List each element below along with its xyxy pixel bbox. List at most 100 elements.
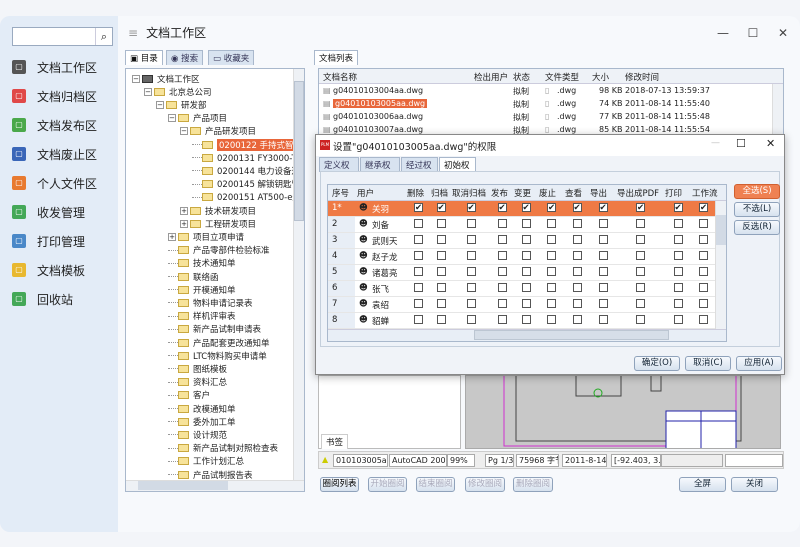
- permission-checkbox[interactable]: [598, 299, 608, 308]
- permission-checkbox[interactable]: [572, 315, 582, 324]
- tree-node[interactable]: 产品配套更改通知单: [168, 336, 270, 349]
- column-header[interactable]: 大小: [592, 71, 609, 83]
- permission-checkbox[interactable]: [521, 235, 531, 244]
- permission-checkbox[interactable]: [466, 235, 476, 244]
- tab-catalog[interactable]: ▣ 目录: [125, 50, 163, 65]
- permission-checkbox[interactable]: [436, 299, 446, 308]
- expand-icon[interactable]: +: [180, 206, 188, 215]
- tree-node[interactable]: 新产品试制申请表: [168, 323, 261, 336]
- permission-checkbox[interactable]: ✔: [497, 203, 507, 212]
- permission-checkbox[interactable]: [636, 315, 645, 324]
- permission-checkbox[interactable]: [497, 219, 507, 228]
- permission-checkbox[interactable]: ✔: [547, 203, 556, 212]
- permission-checkbox[interactable]: [699, 251, 708, 260]
- end-markup-button[interactable]: 结束圈阅: [416, 477, 455, 492]
- tree-node[interactable]: − 北京总公司: [144, 85, 212, 98]
- permission-checkbox[interactable]: [572, 267, 582, 276]
- permission-checkbox[interactable]: [598, 267, 608, 276]
- sidebar-item[interactable]: ▢ 个人文件区: [12, 173, 97, 193]
- grid-row[interactable]: 2 ☻ 刘备: [328, 217, 716, 233]
- permission-checkbox[interactable]: ✔: [436, 203, 446, 212]
- tree-node[interactable]: 资料汇总: [168, 376, 227, 389]
- tree-node[interactable]: 产品零部件检验标准: [168, 244, 270, 257]
- tree-node[interactable]: 0200131 FY3000-TM摆机: [192, 151, 304, 164]
- sidebar-item[interactable]: ▢ 文档归档区: [12, 86, 97, 106]
- permission-checkbox[interactable]: [436, 315, 446, 324]
- permission-checkbox[interactable]: [598, 235, 608, 244]
- permission-checkbox[interactable]: ✔: [673, 203, 683, 212]
- permission-checkbox[interactable]: [547, 299, 556, 308]
- permission-checkbox[interactable]: [436, 219, 446, 228]
- permission-checkbox[interactable]: [436, 267, 446, 276]
- tab-doc-list[interactable]: 文档列表: [314, 50, 359, 65]
- sidebar-item[interactable]: ▢ 文档废止区: [12, 144, 97, 164]
- tree-node[interactable]: 0200144 电力设备巡视管: [192, 164, 304, 177]
- tree-node[interactable]: 物料申请记录表: [168, 296, 253, 309]
- tree-node[interactable]: 开模通知单: [168, 283, 236, 296]
- permission-checkbox[interactable]: [497, 251, 507, 260]
- permission-checkbox[interactable]: [598, 315, 608, 324]
- permission-checkbox[interactable]: [699, 299, 708, 308]
- permission-checkbox[interactable]: [636, 235, 645, 244]
- tree-node[interactable]: 客户: [168, 389, 210, 402]
- grid-row[interactable]: 5 ☻ 诸葛亮: [328, 265, 716, 281]
- cad-drawing-preview[interactable]: [465, 375, 781, 449]
- permission-checkbox[interactable]: [521, 251, 531, 260]
- permission-checkbox[interactable]: [673, 267, 683, 276]
- start-markup-button[interactable]: 开始圈阅: [368, 477, 407, 492]
- column-header[interactable]: 修改时间: [625, 71, 659, 83]
- tab-favorites[interactable]: ▭ 收藏夹: [208, 50, 255, 65]
- permission-checkbox[interactable]: [699, 219, 708, 228]
- grid-row[interactable]: 4 ☻ 赵子龙: [328, 249, 716, 265]
- permission-checkbox[interactable]: [673, 315, 683, 324]
- grid-row[interactable]: 6 ☻ 张飞: [328, 281, 716, 297]
- edit-markup-button[interactable]: 修改圈阅: [465, 477, 505, 492]
- permission-checkbox[interactable]: ✔: [414, 203, 423, 212]
- tree-node[interactable]: 0200122 手持式智能操作: [192, 138, 304, 151]
- permission-checkbox[interactable]: [699, 283, 708, 292]
- sidebar-item[interactable]: ▢ 打印管理: [12, 231, 85, 251]
- grid-row[interactable]: 7 ☻ 袁绍: [328, 297, 716, 313]
- permission-checkbox[interactable]: [436, 235, 446, 244]
- permission-checkbox[interactable]: [673, 235, 683, 244]
- tree-node[interactable]: 联络函: [168, 270, 219, 283]
- permission-checkbox[interactable]: [636, 299, 645, 308]
- dialog-maximize-button[interactable]: ☐: [736, 137, 746, 150]
- grid-row[interactable]: 3 ☻ 武则天: [328, 233, 716, 249]
- permission-checkbox[interactable]: [547, 315, 556, 324]
- permission-checkbox[interactable]: ✔: [636, 203, 645, 212]
- permission-checkbox[interactable]: ✔: [521, 203, 531, 212]
- permission-checkbox[interactable]: [673, 251, 683, 260]
- permission-checkbox[interactable]: [699, 235, 708, 244]
- search-input[interactable]: [13, 28, 93, 44]
- tree-node[interactable]: 工作计划汇总: [168, 455, 244, 468]
- tab-bookmark[interactable]: 书签: [321, 434, 349, 449]
- expand-icon[interactable]: +: [168, 232, 176, 241]
- minimize-button[interactable]: —: [713, 26, 733, 40]
- permission-checkbox[interactable]: [521, 299, 531, 308]
- permission-checkbox[interactable]: [547, 251, 556, 260]
- grid-row[interactable]: 8 ☻ 貂蝉: [328, 313, 716, 329]
- sidebar-item[interactable]: ▢ 回收站: [12, 289, 73, 309]
- menu-icon[interactable]: ≡: [128, 26, 138, 40]
- permission-checkbox[interactable]: [572, 251, 582, 260]
- permission-checkbox[interactable]: [497, 299, 507, 308]
- fullscreen-button[interactable]: 全屏: [679, 477, 726, 492]
- permission-checkbox[interactable]: [414, 251, 423, 260]
- column-header[interactable]: 文件类型: [545, 71, 579, 83]
- apply-button[interactable]: 应用(A): [736, 356, 782, 371]
- collapse-icon[interactable]: −: [168, 114, 176, 123]
- permission-checkbox[interactable]: ✔: [598, 203, 608, 212]
- tree-node[interactable]: + 工程研发项目: [180, 217, 256, 230]
- permission-checkbox[interactable]: [521, 283, 531, 292]
- search-icon[interactable]: ⌕: [95, 28, 112, 45]
- permission-checkbox[interactable]: [673, 219, 683, 228]
- grid-row[interactable]: 1* ☻ 关羽 ✔ ✔ ✔ ✔ ✔ ✔ ✔ ✔ ✔ ✔ ✔: [328, 201, 716, 217]
- permission-checkbox[interactable]: [466, 219, 476, 228]
- permission-checkbox[interactable]: ✔: [466, 203, 476, 212]
- column-header[interactable]: 文档名称: [323, 71, 357, 83]
- permission-checkbox[interactable]: [572, 299, 582, 308]
- permission-checkbox[interactable]: [414, 267, 423, 276]
- tree-node[interactable]: 0200151 AT500-e匙通开: [192, 191, 304, 204]
- dialog-tab[interactable]: 继承权限: [360, 157, 400, 183]
